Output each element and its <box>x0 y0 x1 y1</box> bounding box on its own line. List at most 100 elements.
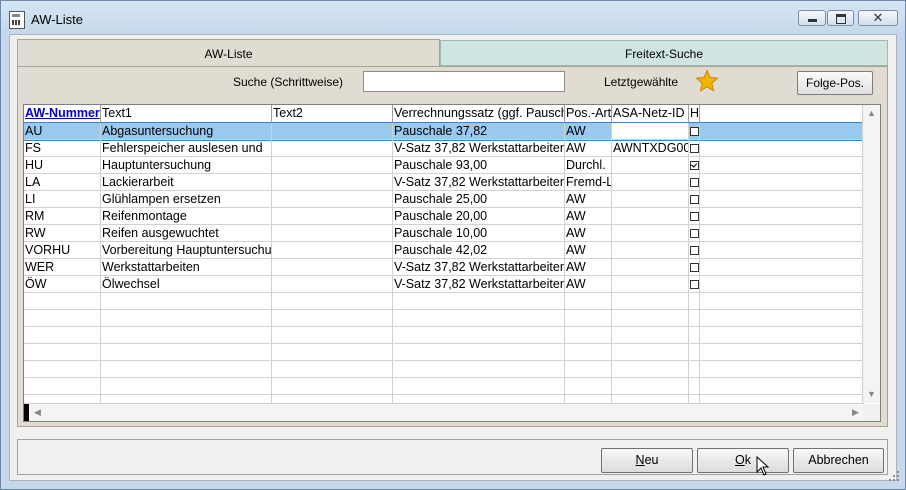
table-row[interactable]: RM Reifenmontage Pauschale 20,00 AW <box>24 208 864 225</box>
table-row[interactable]: WER Werkstattarbeiten V-Satz 37,82 Werksta… <box>24 259 864 276</box>
h-checkbox[interactable] <box>690 263 699 272</box>
cell-text1: Glühlampen ersetzen <box>101 191 272 207</box>
tab-aw-liste[interactable]: AW-Liste <box>17 39 440 67</box>
cell-aw-nummer <box>24 378 101 394</box>
table-row[interactable]: AU Abgasuntersuchung Pauschale 37,82 AW <box>24 122 865 141</box>
cell-aw-nummer: HU <box>24 157 101 173</box>
cell-aw-nummer: VORHU <box>24 242 101 258</box>
column-header-text1[interactable]: Text1 <box>101 105 272 122</box>
cell-aw-nummer: LI <box>24 191 101 207</box>
cell-text1 <box>101 293 272 309</box>
cell-h <box>689 157 700 173</box>
column-header-aw-nummer[interactable]: AW-Nummer <box>24 105 101 122</box>
neu-mnemonic: N <box>635 453 645 467</box>
empty-table-row[interactable] <box>24 361 864 378</box>
horizontal-scrollbar[interactable]: ◀ ▶ <box>24 403 864 421</box>
table-row[interactable]: FS Fehlerspeicher auslesen und V-Satz 37,8… <box>24 140 864 157</box>
cell-asa-netz-id <box>612 378 689 394</box>
resize-grip-icon[interactable] <box>887 469 901 483</box>
cell-h <box>689 225 700 241</box>
cell-verrechnungssatz: Pauschale 10,00 <box>393 225 565 241</box>
maximize-button[interactable] <box>827 10 854 26</box>
column-header-h[interactable]: H <box>689 105 700 122</box>
tab-freitext-suche[interactable]: Freitext-Suche <box>440 40 888 66</box>
empty-table-row[interactable] <box>24 344 864 361</box>
h-checkbox[interactable] <box>690 246 699 255</box>
cell-aw-nummer <box>24 361 101 377</box>
scroll-up-icon[interactable]: ▲ <box>863 105 880 122</box>
table-row[interactable]: ÖW Ölwechsel V-Satz 37,82 Werkstattarbeite… <box>24 276 864 293</box>
scroll-right-icon[interactable]: ▶ <box>847 404 864 421</box>
cell-text2 <box>272 276 393 292</box>
h-checkbox[interactable] <box>690 127 699 136</box>
table-row[interactable]: VORHU Vorbereitung Hauptuntersuchung Pausc… <box>24 242 864 259</box>
cell-h <box>689 293 700 309</box>
table-row[interactable]: LI Glühlampen ersetzen Pauschale 25,00 AW <box>24 191 864 208</box>
cell-text1: Lackierarbeit <box>101 174 272 190</box>
cell-aw-nummer: FS <box>24 140 101 156</box>
h-checkbox[interactable] <box>690 280 699 289</box>
cell-pos-art <box>565 327 612 343</box>
cell-text1: Reifen ausgewuchtet <box>101 225 272 241</box>
star-icon[interactable] <box>695 69 719 93</box>
table-row[interactable]: HU Hauptuntersuchung Pauschale 93,00 Durchl… <box>24 157 864 174</box>
column-header-asa-netz-id[interactable]: ASA-Netz-ID <box>612 105 689 122</box>
cell-h <box>689 378 700 394</box>
cell-h <box>689 361 700 377</box>
table-header: AW-Nummer Text1 Text2 Verrechnungssatz (… <box>24 105 864 123</box>
empty-table-row[interactable] <box>24 327 864 344</box>
cell-aw-nummer <box>24 293 101 309</box>
cell-text1: Abgasuntersuchung <box>101 123 272 139</box>
cell-asa-netz-id <box>612 276 689 292</box>
column-header-verrechnungssatz[interactable]: Verrechnungssatz (ggf. Pauschale) <box>393 105 565 122</box>
cell-text2 <box>272 157 393 173</box>
cell-asa-netz-id <box>612 361 689 377</box>
cell-pos-art <box>565 310 612 326</box>
scroll-left-icon[interactable]: ◀ <box>29 404 46 421</box>
cell-verrechnungssatz <box>393 293 565 309</box>
minimize-button[interactable] <box>798 10 826 26</box>
cell-pos-art: AW <box>565 259 612 275</box>
close-icon: ✕ <box>872 10 884 25</box>
h-checkbox[interactable] <box>690 178 699 187</box>
cell-pos-art <box>565 344 612 360</box>
cell-pos-art: AW <box>565 140 612 156</box>
column-header-text2[interactable]: Text2 <box>272 105 393 122</box>
cell-pos-art: AW <box>565 208 612 224</box>
vertical-scrollbar[interactable]: ▲ ▼ <box>862 105 880 403</box>
cell-pos-art <box>565 378 612 394</box>
cell-asa-netz-id <box>612 174 689 190</box>
ok-mnemonic: O <box>735 453 745 467</box>
cell-text2 <box>272 191 393 207</box>
h-checkbox[interactable] <box>690 212 699 221</box>
h-checkbox[interactable] <box>690 229 699 238</box>
h-checkbox[interactable] <box>690 161 699 170</box>
cell-pos-art: AW <box>565 225 612 241</box>
empty-table-row[interactable] <box>24 310 864 327</box>
cell-verrechnungssatz <box>393 327 565 343</box>
scroll-down-icon[interactable]: ▼ <box>863 386 880 403</box>
cell-text2 <box>272 174 393 190</box>
h-checkbox[interactable] <box>690 195 699 204</box>
cell-verrechnungssatz <box>393 344 565 360</box>
cell-h <box>689 140 700 156</box>
cell-pos-art: AW <box>565 191 612 207</box>
neu-button[interactable]: Neu <box>601 448 693 473</box>
table-row[interactable]: RW Reifen ausgewuchtet Pauschale 10,00 AW <box>24 225 864 242</box>
aw-liste-panel: Suche (Schrittweise) Letztgewählte Folge… <box>17 66 888 427</box>
table-row[interactable]: LA Lackierarbeit V-Satz 37,82 Werkstattarb… <box>24 174 864 191</box>
ok-button[interactable]: Ok <box>697 448 789 473</box>
empty-table-row[interactable] <box>24 378 864 395</box>
cell-text1 <box>101 378 272 394</box>
cell-verrechnungssatz: V-Satz 37,82 Werkstattarbeiten <box>394 140 565 156</box>
folge-pos-button[interactable]: Folge-Pos. <box>797 71 873 95</box>
cell-asa-netz-id <box>612 327 689 343</box>
column-header-pos-art[interactable]: Pos.-Art <box>565 105 612 122</box>
title-bar[interactable]: AW-Liste ✕ <box>1 1 905 35</box>
cell-verrechnungssatz: Pauschale 25,00 <box>393 191 565 207</box>
empty-table-row[interactable] <box>24 293 864 310</box>
close-button[interactable]: ✕ <box>858 10 898 26</box>
abbrechen-button[interactable]: Abbrechen <box>793 448 884 473</box>
h-checkbox[interactable] <box>690 144 699 153</box>
search-input[interactable] <box>363 71 565 92</box>
